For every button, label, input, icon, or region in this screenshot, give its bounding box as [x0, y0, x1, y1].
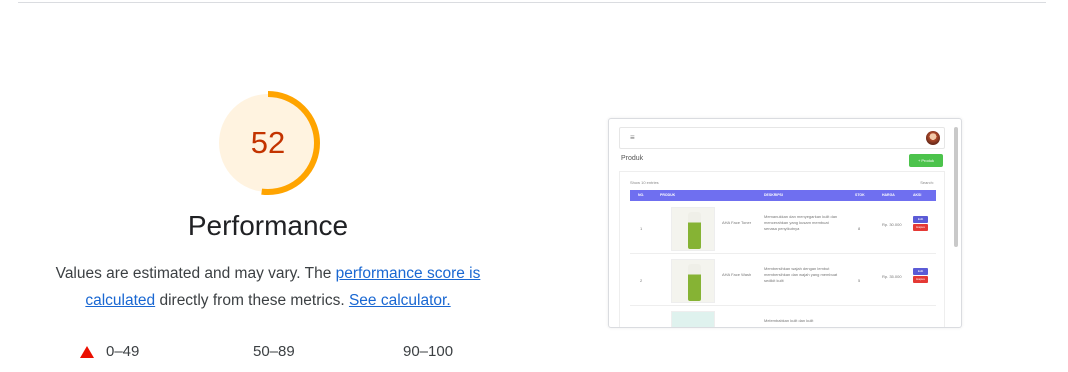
score-scale-legend: 0–49 50–89 90–100 — [0, 343, 540, 363]
legend-range-label: 50–89 — [253, 343, 295, 360]
legend-item-pass: 90–100 — [403, 343, 453, 360]
column-header: STOK — [855, 193, 865, 197]
product-image — [671, 259, 715, 303]
edit-button: Edit — [913, 268, 928, 275]
column-header: HARGA — [882, 193, 895, 197]
final-screenshot-thumbnail[interactable]: ≡ Produk + Produk Show 10 entries Search… — [608, 118, 962, 328]
row-number: 2 — [640, 278, 643, 283]
entries-control: Show 10 entries — [630, 180, 659, 185]
column-header: PRODUK — [660, 193, 676, 197]
bottle-image — [688, 212, 701, 249]
row-number: 1 — [640, 226, 643, 231]
column-header: AKSI — [913, 193, 922, 197]
table-row: 2 AHA Face Wash Membersihkan wajah denga… — [630, 256, 936, 306]
product-table-card: Show 10 entries Search: NO. PRODUK DESKR… — [619, 171, 945, 327]
delete-button: Hapus — [913, 276, 928, 283]
table-row: Melembabkan kulit dan kulit — [630, 308, 936, 327]
thumbnail-heading: Produk — [621, 155, 644, 162]
score-description: Values are estimated and may vary. The p… — [36, 260, 500, 314]
product-price: Rp. 30.000 — [882, 222, 902, 227]
product-name: AHA Face Toner — [722, 220, 752, 225]
legend-range-label: 0–49 — [106, 343, 140, 360]
product-description: Memanukkan dan menyegarkan kulit dan men… — [764, 214, 838, 231]
score-value: 52 — [250, 125, 286, 160]
description-text-1: Values are estimated and may vary. The — [55, 265, 336, 282]
product-name: AHA Face Wash — [722, 272, 752, 277]
bottle-image — [688, 264, 701, 301]
product-image — [671, 311, 715, 327]
legend-range-label: 90–100 — [403, 343, 454, 360]
menu-icon: ≡ — [630, 133, 635, 142]
column-header: DESKRIPSI — [764, 193, 783, 197]
column-header: NO. — [638, 193, 645, 197]
product-stock: 8 — [858, 226, 861, 231]
see-calculator-link[interactable]: See calculator. — [349, 292, 451, 309]
product-image — [671, 207, 715, 251]
product-price: Rp. 35.000 — [882, 274, 902, 279]
table-header: NO. PRODUK DESKRIPSI STOK HARGA AKSI — [630, 190, 936, 201]
product-stock: 5 — [858, 278, 861, 283]
delete-button: Hapus — [913, 224, 928, 231]
edit-button: Edit — [913, 216, 928, 223]
product-description: Membersihkan wajah dengan lembut members… — [764, 266, 838, 283]
thumbnail-scrollbar — [954, 127, 958, 247]
avatar — [926, 131, 940, 145]
legend-item-average: 50–89 — [253, 343, 295, 360]
top-divider — [18, 2, 1046, 3]
table-row: 1 AHA Face Toner Memanukkan dan menyegar… — [630, 204, 936, 254]
thumbnail-navbar: ≡ — [619, 127, 945, 149]
table-search-label: Search: — [920, 180, 934, 185]
performance-score-gauge[interactable]: 52 — [215, 90, 321, 196]
fail-triangle-icon — [80, 345, 94, 358]
category-title: Performance — [187, 210, 349, 241]
legend-item-fail: 0–49 — [80, 343, 139, 360]
product-description: Melembabkan kulit dan kulit — [764, 318, 814, 323]
description-text-2: directly from these metrics. — [155, 292, 349, 309]
add-product-button: + Produk — [909, 154, 943, 167]
